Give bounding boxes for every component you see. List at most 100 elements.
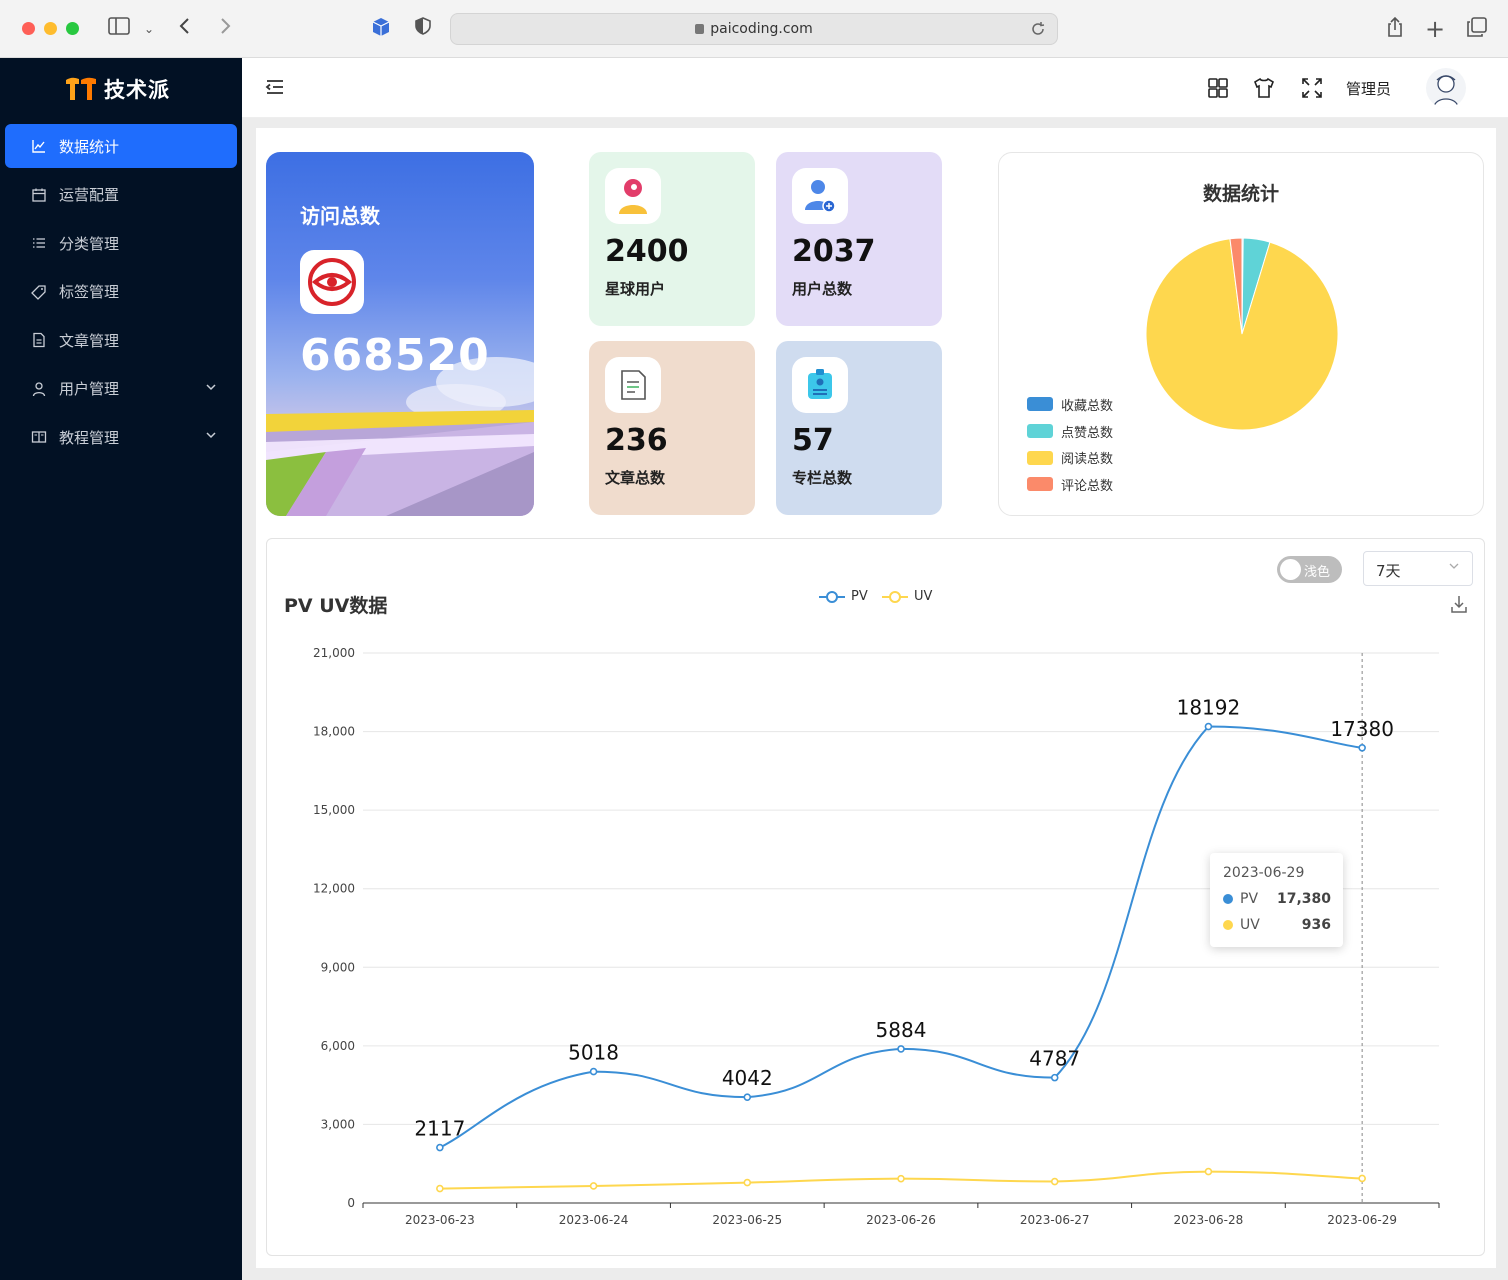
stat-label: 用户总数 (792, 280, 853, 298)
article-document-icon (605, 357, 661, 413)
column-badge-icon (792, 357, 848, 413)
legend-label: 阅读总数 (1061, 452, 1114, 468)
data-point-uv[interactable] (436, 1184, 444, 1193)
eye-logo-icon (300, 250, 364, 314)
legend-item-reads[interactable]: 阅读总数 (1027, 444, 1113, 471)
sidebar-item-label: 教程管理 (59, 428, 120, 447)
sidebar: 技术派 数据统计 运营配置 分类管理 标签管理 文章管理 用户管理 教程管理 (0, 58, 242, 1280)
data-label-pv: 17380 (1330, 717, 1394, 741)
tooltip-series-value: 936 (1301, 917, 1331, 933)
data-point-uv[interactable] (1358, 1174, 1366, 1183)
sidebar-item-label: 分类管理 (59, 234, 120, 253)
x-tick-label: 2023-06-26 (866, 1213, 936, 1227)
pv-uv-chart-card: PV UV数据 浅色 7天 PV UV 0 3,000 6,000 9,000 12,0… (266, 538, 1485, 1256)
chevron-down-icon[interactable]: ⌄ (136, 16, 162, 42)
logo-mark-icon (64, 76, 98, 102)
stat-value: 2037 (792, 234, 876, 269)
sidebar-item-category[interactable]: 分类管理 (5, 221, 237, 265)
y-tick-label: 12,000 (313, 882, 355, 896)
top-header: 管理员 (242, 58, 1508, 118)
privacy-shield-icon[interactable] (410, 16, 436, 42)
tooltip-series-name: PV (1240, 891, 1259, 907)
visit-total-title: 访问总数 (300, 204, 380, 228)
stat-card-columns: 57 专栏总数 (776, 341, 942, 515)
y-tick-label: 18,000 (313, 725, 355, 739)
layout-grid-icon[interactable] (1206, 76, 1230, 100)
admin-name[interactable]: 管理员 (1346, 78, 1391, 99)
sidebar-item-label: 标签管理 (59, 283, 120, 301)
legend-swatch (1027, 424, 1053, 439)
address-bar[interactable]: paicoding.com (450, 13, 1058, 45)
tab-overview-icon[interactable] (1464, 16, 1490, 42)
tooltip-series-value: 17,380 (1276, 891, 1331, 907)
data-label-pv: 5884 (876, 1018, 927, 1042)
stat-value: 236 (605, 423, 668, 458)
forward-arrow-icon[interactable] (212, 16, 238, 42)
zoom-window-button[interactable] (66, 22, 79, 35)
sidebar-item-label: 数据统计 (59, 137, 120, 156)
x-tick-label: 2023-06-23 (405, 1213, 475, 1227)
data-point-uv[interactable] (897, 1174, 905, 1183)
sidebar-item-tag[interactable]: 标签管理 (5, 270, 237, 314)
legend-swatch (1027, 450, 1053, 465)
data-label-pv: 18192 (1177, 696, 1241, 720)
app-logo[interactable]: 技术派 (64, 74, 170, 104)
stat-card-articles: 236 文章总数 (589, 341, 755, 515)
y-tick-label: 9,000 (321, 960, 355, 974)
stat-card-planet-users: 2400 星球用户 (589, 152, 755, 326)
chevron-down-icon (205, 429, 217, 444)
sidebar-item-article[interactable]: 文章管理 (5, 318, 237, 362)
theme-shirt-icon[interactable] (1252, 76, 1276, 100)
y-tick-label: 0 (347, 1196, 355, 1210)
legend-item-likes[interactable]: 点赞总数 (1027, 418, 1113, 445)
fullscreen-icon[interactable] (1300, 76, 1324, 100)
sidebar-item-label: 文章管理 (59, 331, 120, 350)
avatar[interactable] (1426, 68, 1466, 108)
data-point-pv[interactable] (1358, 744, 1366, 752)
sidebar-item-tutorial[interactable]: 教程管理 (5, 415, 237, 459)
data-label-pv: 5018 (568, 1041, 619, 1065)
lock-icon (695, 24, 705, 34)
data-point-pv[interactable] (1050, 1073, 1059, 1082)
data-point-uv[interactable] (589, 1182, 598, 1190)
legend-item-comments[interactable]: 评论总数 (1027, 471, 1113, 498)
sidebar-item-ops-config[interactable]: 运营配置 (5, 173, 237, 217)
stat-label: 星球用户 (605, 280, 666, 298)
sidebar-item-user[interactable]: 用户管理 (5, 367, 237, 411)
reload-icon[interactable] (1029, 20, 1047, 38)
stat-label: 文章总数 (605, 469, 666, 487)
legend-item-favorites[interactable]: 收藏总数 (1027, 391, 1113, 418)
tag-icon (31, 284, 47, 300)
close-window-button[interactable] (22, 22, 35, 35)
url-text: paicoding.com (710, 21, 813, 37)
data-point-pv[interactable] (743, 1093, 752, 1101)
data-point-pv[interactable] (436, 1143, 444, 1152)
menu-collapse-icon[interactable] (264, 76, 286, 98)
sidebar-item-data-stats[interactable]: 数据统计 (5, 124, 237, 168)
sidebar-item-label: 用户管理 (59, 380, 120, 398)
legend-swatch (1027, 397, 1053, 412)
data-point-uv[interactable] (1050, 1177, 1059, 1186)
data-point-uv[interactable] (1204, 1167, 1213, 1176)
share-icon[interactable] (1382, 16, 1408, 42)
back-arrow-icon[interactable] (172, 16, 198, 42)
tooltip-dot (1223, 920, 1233, 930)
visit-total-card: 访问总数 668520 (266, 152, 534, 516)
data-label-pv: 4787 (1029, 1047, 1080, 1071)
calendar-icon (31, 187, 47, 203)
stat-value: 57 (792, 423, 834, 458)
logo-text: 技术派 (104, 78, 170, 102)
pie-legend: 收藏总数 点赞总数 阅读总数 评论总数 (1027, 391, 1113, 498)
sidebar-toggle-icon[interactable] (106, 16, 132, 42)
new-tab-plus-icon[interactable]: + (1422, 16, 1448, 42)
data-point-uv[interactable] (743, 1178, 752, 1187)
y-tick-label: 15,000 (313, 803, 355, 817)
data-point-pv[interactable] (897, 1045, 905, 1053)
data-point-pv[interactable] (589, 1067, 598, 1076)
chart-line-icon (31, 138, 47, 154)
chevron-down-icon (205, 381, 217, 396)
data-point-pv[interactable] (1204, 722, 1213, 731)
stat-label: 专栏总数 (792, 469, 853, 487)
extension-cube-icon[interactable] (368, 16, 394, 42)
minimize-window-button[interactable] (44, 22, 57, 35)
